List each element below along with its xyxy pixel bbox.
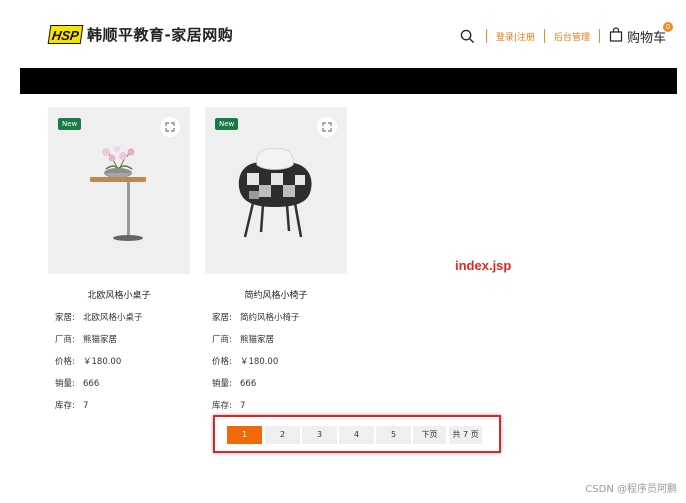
nav-divider: [543, 29, 545, 43]
next-page-button[interactable]: 下页: [413, 426, 446, 444]
attr-value: 666: [240, 379, 257, 389]
attr-key: 库存:: [212, 401, 232, 411]
attr-key: 库存:: [55, 401, 75, 411]
attr-manufacturer: 厂商: 熊猫家居: [48, 333, 190, 345]
site-title[interactable]: 韩顺平教育-家居网购: [87, 24, 233, 45]
product-image[interactable]: New: [48, 107, 190, 274]
attr-value: 7: [240, 401, 246, 411]
attr-furniture: 家居: 北欧风格小桌子: [48, 311, 190, 323]
attr-value: ￥180.00: [240, 357, 279, 367]
total-pages: 共 7 页: [449, 426, 482, 444]
cart-button[interactable]: 购物车 0: [609, 21, 673, 46]
attr-stock: 库存: 7: [205, 399, 347, 411]
nav-divider: [485, 29, 487, 43]
attr-price: 价格: ￥180.00: [205, 355, 347, 367]
product-name[interactable]: 北欧风格小桌子: [48, 288, 190, 301]
attr-value: 北欧风格小桌子: [83, 313, 143, 323]
attr-sales: 销量: 666: [48, 377, 190, 389]
product-image[interactable]: New: [205, 107, 347, 274]
attr-value: 熊猫家居: [240, 335, 275, 345]
cart-count-badge: 0: [663, 21, 673, 32]
nav-divider: [598, 29, 600, 43]
attr-key: 家居:: [55, 313, 75, 323]
attr-key: 家居:: [212, 313, 232, 323]
page-button-1[interactable]: 1: [227, 426, 262, 444]
attr-key: 销量:: [55, 379, 75, 389]
site-header: HSP 韩顺平教育-家居网购 登录|注册 后台管理 购物车 0: [0, 0, 686, 68]
login-register-link[interactable]: 登录|注册: [496, 30, 535, 43]
attr-furniture: 家居: 简约风格小椅子: [205, 311, 347, 323]
logo[interactable]: HSP: [47, 25, 84, 44]
attr-key: 价格:: [212, 357, 232, 367]
page-button-2[interactable]: 2: [265, 426, 300, 444]
attr-value: 666: [83, 379, 100, 389]
product-card[interactable]: New 简约风格小椅子 家居: 简约风格小椅子 厂商: 熊猫家居 价格: ￥18…: [205, 107, 347, 411]
page-button-3[interactable]: 3: [302, 426, 337, 444]
product-name[interactable]: 简约风格小椅子: [205, 288, 347, 301]
header-nav: 登录|注册 后台管理 购物车 0: [459, 21, 673, 46]
attr-key: 价格:: [55, 357, 75, 367]
attr-key: 厂商:: [212, 335, 232, 345]
attr-value: 7: [83, 401, 89, 411]
attr-price: 价格: ￥180.00: [48, 355, 190, 367]
attr-key: 销量:: [212, 379, 232, 389]
attr-stock: 库存: 7: [48, 399, 190, 411]
attr-sales: 销量: 666: [205, 377, 347, 389]
page-button-5[interactable]: 5: [376, 426, 411, 444]
shopping-bag-icon: [609, 26, 623, 46]
attr-value: 简约风格小椅子: [240, 313, 300, 323]
attr-value: ￥180.00: [83, 357, 122, 367]
search-icon[interactable]: [459, 27, 477, 45]
navigation-bar: [20, 68, 677, 94]
table-illustration: [90, 146, 146, 241]
page-button-4[interactable]: 4: [339, 426, 374, 444]
product-card[interactable]: New 北欧风格小桌子 家居: 北欧风格小桌子 厂商: 熊猫家居 价格: ￥18…: [48, 107, 190, 411]
chair-illustration: [238, 148, 312, 238]
cart-label: 购物车: [626, 30, 666, 46]
attr-key: 厂商:: [55, 335, 75, 345]
annotation-label: index.jsp: [455, 258, 512, 273]
attr-value: 熊猫家居: [83, 335, 118, 345]
admin-link[interactable]: 后台管理: [554, 30, 590, 43]
pagination: 1 2 3 4 5 下页 共 7 页: [213, 415, 501, 453]
watermark: CSDN @程序员阿鹏: [585, 484, 677, 495]
attr-manufacturer: 厂商: 熊猫家居: [205, 333, 347, 345]
